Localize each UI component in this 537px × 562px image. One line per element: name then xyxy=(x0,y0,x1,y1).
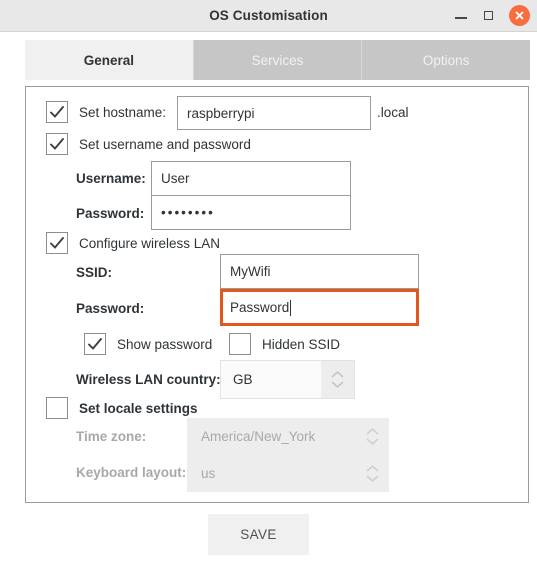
os-customisation-window: OS Customisation General Services Option… xyxy=(0,0,537,562)
chevron-up-icon xyxy=(366,465,378,472)
chevron-down-icon xyxy=(331,381,344,388)
tab-options[interactable]: Options xyxy=(361,40,531,80)
wifi-password-label: Password: xyxy=(76,301,145,316)
tab-strip: General Services Options xyxy=(25,40,531,80)
spinner-buttons-disabled xyxy=(355,428,389,445)
check-icon xyxy=(50,138,64,150)
hostname-suffix-label: .local xyxy=(377,105,409,120)
minimize-icon[interactable] xyxy=(453,7,470,24)
tab-services[interactable]: Services xyxy=(192,40,362,80)
title-bar: OS Customisation xyxy=(0,0,537,32)
ssid-label: SSID: xyxy=(76,265,113,280)
username-label: Username: xyxy=(76,171,146,186)
check-icon xyxy=(50,106,64,118)
show-password-label: Show password xyxy=(117,337,213,352)
spinner-buttons-disabled xyxy=(355,465,389,482)
save-button[interactable]: SAVE xyxy=(208,514,309,555)
password-mask: •••••••• xyxy=(161,205,215,220)
check-icon xyxy=(88,338,102,350)
ssid-input[interactable]: MyWifi xyxy=(220,254,419,289)
set-locale-settings-checkbox[interactable] xyxy=(46,397,68,419)
hidden-ssid-checkbox[interactable] xyxy=(229,333,251,355)
time-zone-value: America/New_York xyxy=(201,429,316,444)
set-username-password-label: Set username and password xyxy=(79,137,251,152)
hostname-input[interactable]: raspberrypi xyxy=(177,96,371,130)
wireless-lan-country-label: Wireless LAN country: xyxy=(76,372,221,387)
window-controls xyxy=(453,0,530,31)
set-hostname-checkbox[interactable] xyxy=(46,101,68,123)
close-icon[interactable] xyxy=(509,5,530,26)
wifi-password-input[interactable]: Password xyxy=(220,289,419,326)
set-hostname-label: Set hostname: xyxy=(79,105,167,120)
username-input[interactable]: User xyxy=(151,161,351,196)
set-username-password-checkbox[interactable] xyxy=(46,133,68,155)
configure-wireless-lan-checkbox[interactable] xyxy=(46,232,68,254)
spinner-buttons[interactable] xyxy=(321,360,355,399)
chevron-up-icon xyxy=(366,428,378,435)
show-password-checkbox[interactable] xyxy=(84,333,106,355)
keyboard-layout-label: Keyboard layout: xyxy=(76,465,187,480)
user-password-label: Password: xyxy=(76,206,145,221)
window-title: OS Customisation xyxy=(209,8,328,23)
set-locale-settings-label: Set locale settings xyxy=(79,401,198,416)
chevron-up-icon xyxy=(331,371,344,378)
wireless-lan-country-value: GB xyxy=(220,360,321,399)
general-settings-panel: Set hostname: raspberrypi .local Set use… xyxy=(25,86,529,503)
time-zone-label: Time zone: xyxy=(76,429,147,444)
keyboard-layout-combo: us xyxy=(187,455,389,492)
hidden-ssid-label: Hidden SSID xyxy=(262,337,341,352)
text-caret xyxy=(290,299,292,316)
tab-general[interactable]: General xyxy=(25,40,193,80)
time-zone-combo: America/New_York xyxy=(187,418,389,455)
wifi-password-value: Password xyxy=(230,300,290,315)
maximize-icon[interactable] xyxy=(481,7,498,24)
check-icon xyxy=(50,237,64,249)
user-password-input[interactable]: •••••••• xyxy=(151,195,351,230)
keyboard-layout-value: us xyxy=(201,466,216,481)
chevron-down-icon xyxy=(366,438,378,445)
configure-wireless-lan-label: Configure wireless LAN xyxy=(79,236,221,251)
chevron-down-icon xyxy=(366,475,378,482)
wireless-lan-country-combo[interactable]: GB xyxy=(220,360,355,399)
